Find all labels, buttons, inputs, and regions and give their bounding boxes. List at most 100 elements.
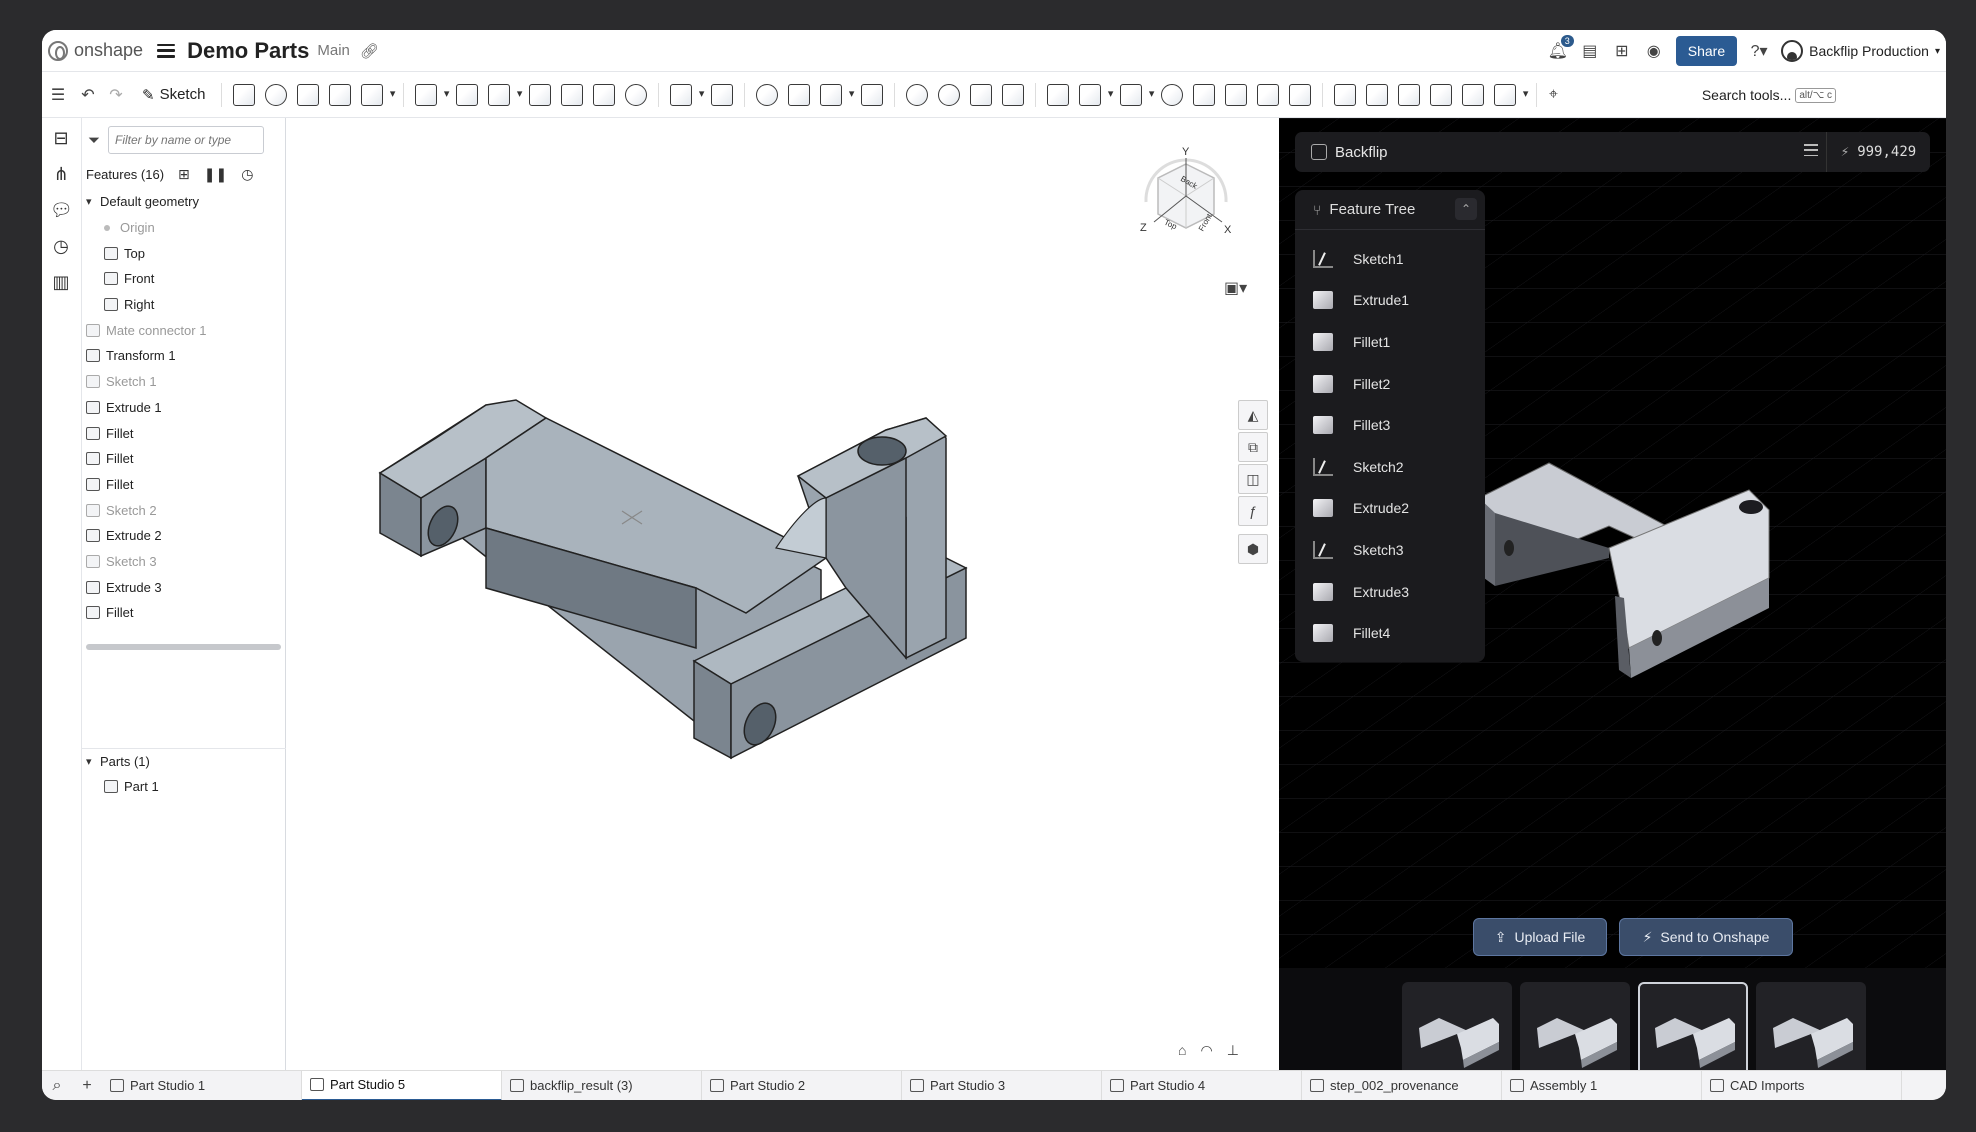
onshape-logo[interactable]: onshape [48,40,143,61]
pattern-tool[interactable] [670,83,704,106]
tab-part-studio-1[interactable]: Part Studio 1 [102,1070,302,1100]
draft-tool[interactable] [488,83,522,106]
frame-tool[interactable] [1366,83,1389,106]
chevron-down-icon[interactable]: ▾ [86,755,100,768]
search-tools[interactable]: Search tools... alt/⌥ c [1702,81,1836,109]
configurations-icon[interactable]: ⋔ [50,164,72,186]
mate-connector-tool[interactable] [1079,83,1113,106]
tree-item[interactable]: Extrude3 [1295,571,1485,613]
boolean-tool[interactable] [756,83,779,106]
feature-item[interactable]: Fillet [82,420,285,446]
feature-item[interactable]: Right [82,292,285,318]
tab-backflip-result-3[interactable]: backflip_result (3) [502,1070,702,1100]
feature-item[interactable]: Sketch 2 [82,497,285,523]
tree-item[interactable]: Fillet3 [1295,404,1485,446]
help-icon[interactable]: ?▾ [1749,41,1769,61]
backflip-menu-icon[interactable] [1804,144,1818,156]
feature-item[interactable]: Extrude 1 [82,395,285,421]
feature-list-icon[interactable]: ☰ [48,85,68,105]
view-cube[interactable]: Back Top Front Y X Z [1126,142,1246,262]
move-face-tool[interactable] [970,83,993,106]
sheet-metal-tool[interactable] [1334,83,1357,106]
feature-item[interactable]: Extrude 2 [82,523,285,549]
thicken-tool[interactable] [361,83,395,106]
chevron-up-icon[interactable]: ⌃ [1455,198,1477,220]
part-item[interactable]: Part 1 [82,774,286,800]
feature-item[interactable]: Origin [82,215,285,241]
tree-item[interactable]: Fillet4 [1295,612,1485,654]
undo-icon[interactable]: ↶ [78,85,98,105]
upload-file-button[interactable]: ⇪ Upload File [1473,918,1607,956]
tree-item[interactable]: Sketch1 [1295,238,1485,280]
feature-item[interactable]: Fillet [82,600,285,626]
tree-item[interactable]: Sketch2 [1295,446,1485,488]
surface-tool[interactable] [1398,83,1421,106]
tree-item[interactable]: Extrude1 [1295,280,1485,322]
feature-item[interactable]: Mate connector 1 [82,317,285,343]
document-title[interactable]: Demo Parts [187,38,309,64]
add-tab-icon[interactable]: + [72,1077,102,1095]
rib-tool[interactable] [529,83,552,106]
feature-item[interactable]: Front [82,266,285,292]
tag-tool[interactable] [1289,83,1312,106]
custom-tool-icon[interactable]: ⌖ [1543,85,1563,105]
learning-center-icon[interactable]: ◉ [1644,41,1664,61]
filter-icon[interactable]: ⏷ [88,132,100,149]
delete-part-tool[interactable] [861,83,884,106]
sweep-tool[interactable] [297,83,320,106]
variables-icon[interactable]: ƒ [1238,496,1268,526]
section-view-icon[interactable]: ◭ [1238,400,1268,430]
user-menu[interactable]: Backflip Production ▾ [1781,40,1940,62]
feature-item[interactable]: Transform 1 [82,343,285,369]
send-to-onshape-button[interactable]: ⚡︎ Send to Onshape [1619,918,1793,956]
link-icon[interactable]: 🔗︎ [360,42,379,60]
composite-tool[interactable] [1257,83,1280,106]
explode-view-icon[interactable]: ⧉ [1238,432,1268,462]
delete-face-tool[interactable] [938,83,961,106]
tab-assembly-1[interactable]: Assembly 1 [1502,1070,1702,1100]
mirror-tool[interactable] [711,83,734,106]
sketch-button[interactable]: ✎ Sketch [132,86,215,104]
history-icon[interactable]: ◷ [50,236,72,258]
feature-filter-input[interactable] [108,126,265,154]
tab-step-002-provenance[interactable]: step_002_provenance [1302,1070,1502,1100]
comments-icon[interactable]: 💬︎ [50,200,73,222]
split-tool[interactable] [788,83,811,106]
tab-part-studio-2[interactable]: Part Studio 2 [702,1070,902,1100]
feature-tree-icon[interactable]: ⊟ [50,128,72,150]
tree-item[interactable]: Fillet1 [1295,321,1485,363]
wrap-tool[interactable] [1430,83,1453,106]
rollback-timer-icon[interactable]: ◷ [241,166,253,183]
replace-face-tool[interactable] [1002,83,1025,106]
chevron-down-icon[interactable]: ▾ [86,195,100,208]
view-options-icon[interactable]: ▣▾ [1224,278,1247,298]
extrude-tool[interactable] [233,83,256,106]
tab-part-studio-4[interactable]: Part Studio 4 [1102,1070,1302,1100]
measure-tool[interactable] [1161,83,1184,106]
feature-list-scrollbar[interactable] [86,643,281,650]
transform-tool[interactable] [820,83,854,106]
properties-icon[interactable]: ▥ [50,272,72,294]
tree-item[interactable]: Sketch3 [1295,529,1485,571]
feature-item[interactable]: Sketch 1 [82,369,285,395]
search-tabs-icon[interactable]: ⌕ [42,1077,72,1095]
main-menu-icon[interactable] [157,43,176,58]
display-icon[interactable]: ⊥ [1227,1042,1239,1059]
feature-item[interactable]: Extrude 3 [82,574,285,600]
render-mode-icon[interactable]: ◫ [1238,464,1268,494]
loft-tool[interactable] [329,83,352,106]
backflip-app-icon[interactable]: ⬢ [1238,534,1268,564]
rendering-icon[interactable]: ◠ [1200,1042,1212,1059]
fillet-tool[interactable] [415,83,449,106]
revolve-tool[interactable] [265,83,288,106]
orientation-icon[interactable]: ⌂ [1178,1042,1186,1059]
modify-fillet-tool[interactable] [906,83,929,106]
tab-part-studio-5[interactable]: Part Studio 5 [302,1070,502,1100]
pause-icon[interactable]: ❚❚ [204,166,227,183]
variable-tool[interactable] [1225,83,1248,106]
feature-item[interactable]: Top [82,240,285,266]
feature-item[interactable]: Fillet [82,446,285,472]
parts-group[interactable]: ▾ Parts (1) [82,748,286,774]
hole-tool[interactable] [593,83,616,106]
tab-cad-imports[interactable]: CAD Imports [1702,1070,1902,1100]
